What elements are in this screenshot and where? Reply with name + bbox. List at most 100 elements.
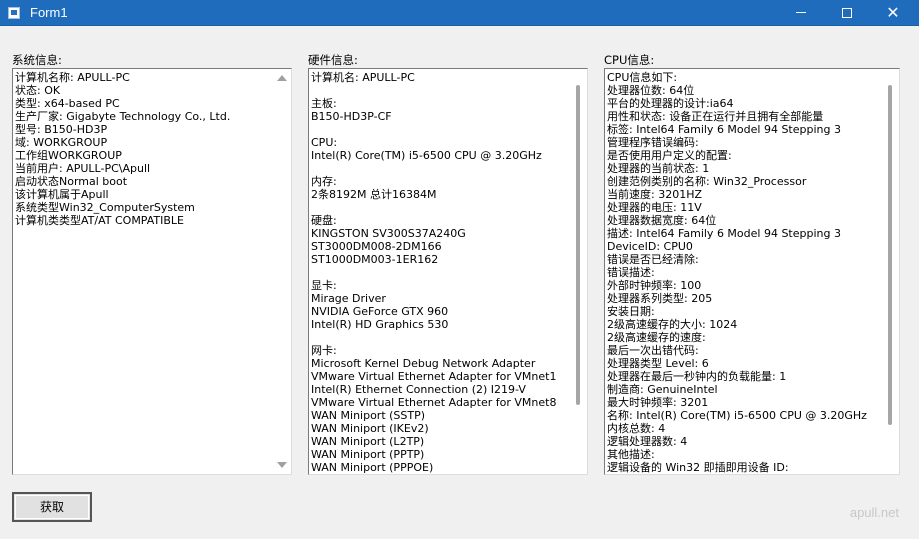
system-info-label: 系统信息: <box>12 53 62 67</box>
text-line: 型号: B150-HD3P <box>15 123 108 136</box>
text-line: 处理器系列类型: 205 <box>607 292 713 305</box>
text-line: 类型: x64-based PC <box>15 97 120 110</box>
text-line: 其他描述: <box>607 448 655 461</box>
text-line <box>311 331 567 344</box>
watermark: apull.net <box>849 505 899 520</box>
maximize-button[interactable] <box>824 0 870 26</box>
text-line: DeviceID: CPU0 <box>607 240 693 253</box>
system-info-scrollbar[interactable] <box>273 69 291 474</box>
text-line: 平台的处理器的设计:ia64 <box>607 97 734 110</box>
text-line: 2条8192M 总计16384M <box>311 188 437 201</box>
get-button[interactable]: 获取 <box>12 492 92 522</box>
cpu-info-text: CPU信息如下: 处理器位数: 64位 平台的处理器的设计:ia64 用性和状态: 设… <box>605 69 881 474</box>
text-line: WAN Miniport (L2TP) <box>311 435 425 448</box>
scroll-up-arrow-icon[interactable] <box>277 75 287 81</box>
text-line: VMware Virtual Ethernet Adapter for VMne… <box>311 370 557 383</box>
text-line <box>311 123 567 136</box>
text-line: 主板: <box>311 97 337 110</box>
text-line: 该计算机属于Apull <box>15 188 109 201</box>
scroll-thumb[interactable] <box>888 85 892 425</box>
text-line <box>311 84 567 97</box>
minimize-button[interactable] <box>778 0 824 26</box>
text-line: 计算机名: APULL-PC <box>311 71 415 84</box>
text-line <box>311 201 567 214</box>
window-title: Form1 <box>30 5 68 20</box>
close-icon: ✕ <box>886 3 900 22</box>
text-line: Intel(R) Core(TM) i5-6500 CPU @ 3.20GHz <box>311 149 542 162</box>
text-line: 网卡: <box>311 344 337 357</box>
text-line: 制造商: GenuineIntel <box>607 383 718 396</box>
text-line: WAN Miniport (PPTP) <box>311 448 425 461</box>
text-line: 生产厂家: Gigabyte Technology Co., Ltd. <box>15 110 231 123</box>
text-line: 状态: OK <box>15 84 61 97</box>
cpu-info-scrollbar[interactable] <box>881 69 899 474</box>
text-line: 创建范例类别的名称: Win32_Processor <box>607 175 807 188</box>
text-line: 域: WORKGROUP <box>15 136 108 149</box>
text-line: 描述: Intel64 Family 6 Model 94 Stepping 3 <box>607 227 841 240</box>
hardware-info-label: 硬件信息: <box>308 53 358 67</box>
text-line: 逻辑设备的 Win32 即插即用设备 ID: <box>607 461 789 474</box>
text-line: 工作组WORKGROUP <box>15 149 122 162</box>
text-line: WAN Miniport (SSTP) <box>311 409 426 422</box>
text-line: 处理器数据宽度: 64位 <box>607 214 717 227</box>
form-icon <box>8 7 20 19</box>
text-line: WAN Miniport (IKEv2) <box>311 422 429 435</box>
maximize-icon <box>842 7 852 18</box>
cpu-info-textbox[interactable]: CPU信息如下: 处理器位数: 64位 平台的处理器的设计:ia64 用性和状态: 设… <box>604 68 900 475</box>
text-line: 显卡: <box>311 279 337 292</box>
text-line: ST1000DM003-1ER162 <box>311 253 439 266</box>
title-bar[interactable]: Form1 ✕ <box>0 0 919 26</box>
scroll-down-arrow-icon[interactable] <box>277 462 287 468</box>
hardware-info-text: 计算机名: APULL-PC 主板: B150-HD3P-CF CPU: Intel… <box>309 69 569 474</box>
text-line: 错误是否已经清除: <box>607 253 699 266</box>
text-line: Mirage Driver <box>311 292 386 305</box>
text-line: Intel(R) Ethernet Connection (2) I219-V <box>311 383 526 396</box>
text-line: 当前用户: APULL-PC\Apull <box>15 162 151 175</box>
text-line: 处理器位数: 64位 <box>607 84 695 97</box>
text-line: Intel(R) HD Graphics 530 <box>311 318 449 331</box>
system-info-textbox[interactable]: 计算机名称: APULL-PC 状态: OK 类型: x64-based PC 生产厂… <box>12 68 292 475</box>
scroll-thumb[interactable] <box>576 85 580 405</box>
text-line: 计算机名称: APULL-PC <box>15 71 130 84</box>
close-button[interactable]: ✕ <box>870 0 916 26</box>
text-line: VMware Virtual Ethernet Adapter for VMne… <box>311 396 557 409</box>
text-line: 处理器的当前状态: 1 <box>607 162 710 175</box>
system-info-text: 计算机名称: APULL-PC 状态: OK 类型: x64-based PC 生产厂… <box>13 69 273 474</box>
text-line: ST3000DM008-2DM166 <box>311 240 442 253</box>
text-line: 用性和状态: 设备正在运行并且拥有全部能量 <box>607 110 824 123</box>
text-line: 系统类型Win32_ComputerSystem <box>15 201 195 214</box>
text-line: 2级高速缓存的大小: 1024 <box>607 318 738 331</box>
text-line: 逻辑处理器数: 4 <box>607 435 688 448</box>
text-line: 启动状态Normal boot <box>15 175 128 188</box>
text-line: 标签: Intel64 Family 6 Model 94 Stepping 3 <box>607 123 841 136</box>
text-line: 最大时钟频率: 3201 <box>607 396 709 409</box>
text-line <box>311 162 567 175</box>
text-line: 内核总数: 4 <box>607 422 666 435</box>
text-line: 2级高速缓存的速度: <box>607 331 706 344</box>
text-line: 计算机类类型AT/AT COMPATIBLE <box>15 214 185 227</box>
text-line: 管理程序错误编码: <box>607 136 699 149</box>
text-line: 名称: Intel(R) Core(TM) i5-6500 CPU @ 3.20… <box>607 409 867 422</box>
text-line: CPU信息如下: <box>607 71 678 84</box>
text-line: 处理器类型 Level: 6 <box>607 357 709 370</box>
text-line: 最后一次出错代码: <box>607 344 699 357</box>
text-line: 安装日期: <box>607 305 655 318</box>
hardware-info-textbox[interactable]: 计算机名: APULL-PC 主板: B150-HD3P-CF CPU: Intel… <box>308 68 588 475</box>
text-line: CPU: <box>311 136 338 149</box>
hardware-info-scrollbar[interactable] <box>569 69 587 474</box>
text-line: B150-HD3P-CF <box>311 110 392 123</box>
text-line: 当前速度: 3201HZ <box>607 188 703 201</box>
text-line: 外部时钟频率: 100 <box>607 279 702 292</box>
text-line: NVIDIA GeForce GTX 960 <box>311 305 449 318</box>
text-line: 处理器在最后一秒钟内的负载能量: 1 <box>607 370 787 383</box>
text-line: Microsoft Kernel Debug Network Adapter <box>311 357 536 370</box>
text-line: 是否使用用户定义的配置: <box>607 149 732 162</box>
text-line <box>311 266 567 279</box>
text-line: 内存: <box>311 175 337 188</box>
text-line: 硬盘: <box>311 214 337 227</box>
text-line: 错误描述: <box>607 266 655 279</box>
minimize-icon <box>796 12 806 13</box>
text-line: 处理器的电压: 11V <box>607 201 702 214</box>
text-line: WAN Miniport (PPPOE) <box>311 461 434 474</box>
cpu-info-label: CPU信息: <box>604 53 655 67</box>
